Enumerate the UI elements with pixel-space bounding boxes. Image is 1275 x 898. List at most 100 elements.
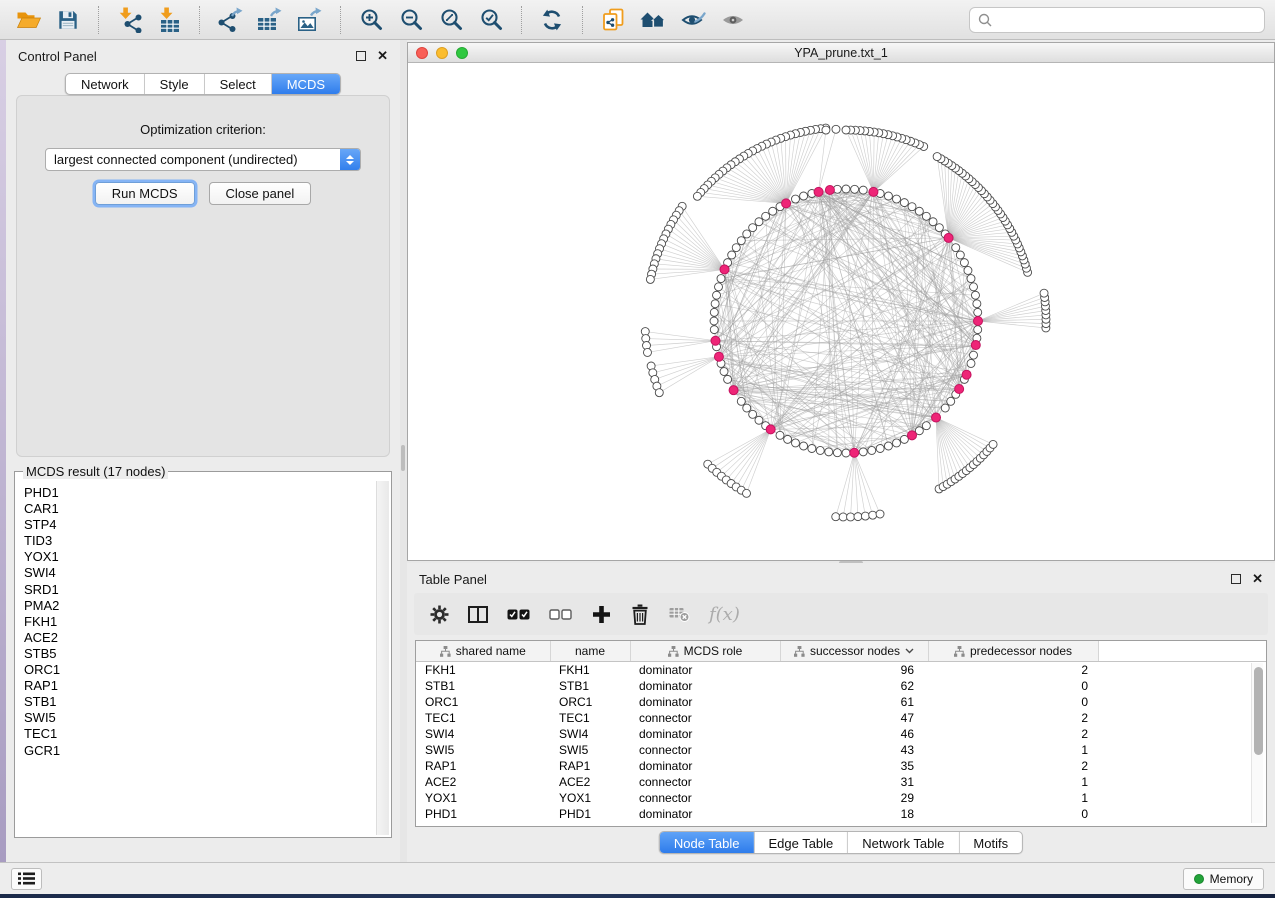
- table-row[interactable]: TEC1TEC1connector472: [416, 710, 1266, 726]
- close-mcds-panel-button[interactable]: Close panel: [209, 182, 312, 205]
- export-image-button[interactable]: [292, 4, 328, 36]
- function-builder-button[interactable]: f(x): [709, 602, 740, 626]
- mcds-node[interactable]: [825, 185, 834, 194]
- network-graph[interactable]: [408, 63, 1274, 560]
- mcds-result-item[interactable]: FKH1: [24, 614, 375, 630]
- mcds-node[interactable]: [971, 341, 980, 350]
- mcds-node[interactable]: [714, 352, 723, 361]
- mcds-result-item[interactable]: ACE2: [24, 630, 375, 646]
- show-all-button[interactable]: [715, 4, 751, 36]
- mcds-result-item[interactable]: TEC1: [24, 726, 375, 742]
- add-row-button[interactable]: [591, 602, 611, 626]
- tab-network[interactable]: Network: [66, 74, 145, 94]
- splitter-grip[interactable]: [401, 445, 405, 471]
- table-row[interactable]: STB1STB1dominator620: [416, 678, 1266, 694]
- mcds-result-item[interactable]: GCR1: [24, 743, 375, 759]
- mcds-result-item[interactable]: CAR1: [24, 501, 375, 517]
- mcds-result-item[interactable]: RAP1: [24, 678, 375, 694]
- mcds-result-item[interactable]: PHD1: [24, 485, 375, 501]
- mcds-node[interactable]: [729, 386, 738, 395]
- open-file-button[interactable]: [10, 4, 46, 36]
- run-mcds-button[interactable]: Run MCDS: [95, 182, 195, 205]
- mcds-node[interactable]: [962, 370, 971, 379]
- home-button[interactable]: [635, 4, 671, 36]
- delete-table-button[interactable]: [669, 602, 690, 626]
- duplicate-network-button[interactable]: [595, 4, 631, 36]
- mcds-node[interactable]: [974, 317, 983, 326]
- mcds-node[interactable]: [908, 431, 917, 440]
- mcds-node[interactable]: [720, 265, 729, 274]
- table-row[interactable]: YOX1YOX1connector291: [416, 790, 1266, 806]
- mcds-result-item[interactable]: STB5: [24, 646, 375, 662]
- vertical-splitter[interactable]: [400, 40, 407, 862]
- close-panel-icon[interactable]: ✕: [1252, 571, 1263, 587]
- mcds-node[interactable]: [850, 448, 859, 457]
- mcds-result-scrollbar[interactable]: [376, 481, 389, 835]
- mcds-result-item[interactable]: SWI4: [24, 565, 375, 581]
- float-panel-icon[interactable]: [1231, 574, 1241, 584]
- table-row[interactable]: RAP1RAP1dominator352: [416, 758, 1266, 774]
- import-table-button[interactable]: [151, 4, 187, 36]
- hide-selected-button[interactable]: [675, 4, 711, 36]
- table-row[interactable]: PHD1PHD1dominator180: [416, 806, 1266, 822]
- criterion-select[interactable]: largest connected component (undirected): [45, 148, 361, 171]
- table-scrollbar[interactable]: [1251, 663, 1263, 823]
- mcds-node[interactable]: [932, 413, 941, 422]
- mcds-node[interactable]: [766, 425, 775, 434]
- tab-motifs[interactable]: Motifs: [959, 832, 1022, 853]
- column-header-mcds-role[interactable]: MCDS role: [630, 641, 780, 662]
- tab-network-table[interactable]: Network Table: [848, 832, 959, 853]
- column-header-name[interactable]: name: [550, 641, 630, 662]
- mcds-node[interactable]: [814, 187, 823, 196]
- mcds-result-item[interactable]: SWI5: [24, 710, 375, 726]
- mcds-node[interactable]: [711, 336, 720, 345]
- deselect-all-button[interactable]: [549, 602, 572, 626]
- tab-edge-table[interactable]: Edge Table: [754, 832, 848, 853]
- zoom-selected-button[interactable]: [473, 4, 509, 36]
- mcds-result-item[interactable]: TID3: [24, 533, 375, 549]
- tab-select[interactable]: Select: [205, 74, 272, 94]
- mcds-result-item[interactable]: SRD1: [24, 582, 375, 598]
- table-settings-button[interactable]: [429, 602, 449, 626]
- search-input[interactable]: [998, 12, 1256, 27]
- table-row[interactable]: SWI4SWI4dominator462: [416, 726, 1266, 742]
- mcds-node[interactable]: [944, 233, 953, 242]
- tab-style[interactable]: Style: [145, 74, 205, 94]
- table-row[interactable]: ACE2ACE2connector311: [416, 774, 1266, 790]
- table-row[interactable]: FKH1FKH1dominator962: [416, 662, 1266, 678]
- table-row[interactable]: ORC1ORC1dominator610: [416, 694, 1266, 710]
- window-minimize-button[interactable]: [436, 47, 448, 59]
- save-session-button[interactable]: [50, 4, 86, 36]
- close-panel-icon[interactable]: ✕: [377, 48, 388, 64]
- column-header-shared-name[interactable]: shared name: [416, 641, 550, 662]
- import-network-button[interactable]: [111, 4, 147, 36]
- scrollbar-thumb[interactable]: [1254, 667, 1263, 755]
- mcds-result-item[interactable]: STP4: [24, 517, 375, 533]
- column-header-predecessor-nodes[interactable]: predecessor nodes: [928, 641, 1098, 662]
- mcds-result-item[interactable]: ORC1: [24, 662, 375, 678]
- table-row[interactable]: SWI5SWI5connector431: [416, 742, 1266, 758]
- mcds-node[interactable]: [955, 384, 964, 393]
- refresh-button[interactable]: [534, 4, 570, 36]
- mcds-result-item[interactable]: STB1: [24, 694, 375, 710]
- mcds-result-list[interactable]: PHD1CAR1STP4TID3YOX1SWI4SRD1PMA2FKH1ACE2…: [17, 481, 375, 835]
- select-all-button[interactable]: [507, 602, 530, 626]
- float-panel-icon[interactable]: [356, 51, 366, 61]
- delete-button[interactable]: [630, 602, 650, 626]
- mcds-result-item[interactable]: PMA2: [24, 598, 375, 614]
- zoom-out-button[interactable]: [393, 4, 429, 36]
- mcds-result-item[interactable]: YOX1: [24, 549, 375, 565]
- tab-node-table[interactable]: Node Table: [660, 832, 755, 853]
- task-history-button[interactable]: [11, 868, 42, 890]
- zoom-in-button[interactable]: [353, 4, 389, 36]
- mcds-node[interactable]: [869, 187, 878, 196]
- column-header-successor-nodes[interactable]: successor nodes: [780, 641, 928, 662]
- zoom-fit-button[interactable]: [433, 4, 469, 36]
- window-maximize-button[interactable]: [456, 47, 468, 59]
- memory-button[interactable]: Memory: [1183, 868, 1264, 890]
- split-view-button[interactable]: [468, 602, 488, 626]
- export-network-button[interactable]: [212, 4, 248, 36]
- tab-mcds[interactable]: MCDS: [272, 74, 340, 94]
- window-close-button[interactable]: [416, 47, 428, 59]
- export-table-button[interactable]: [252, 4, 288, 36]
